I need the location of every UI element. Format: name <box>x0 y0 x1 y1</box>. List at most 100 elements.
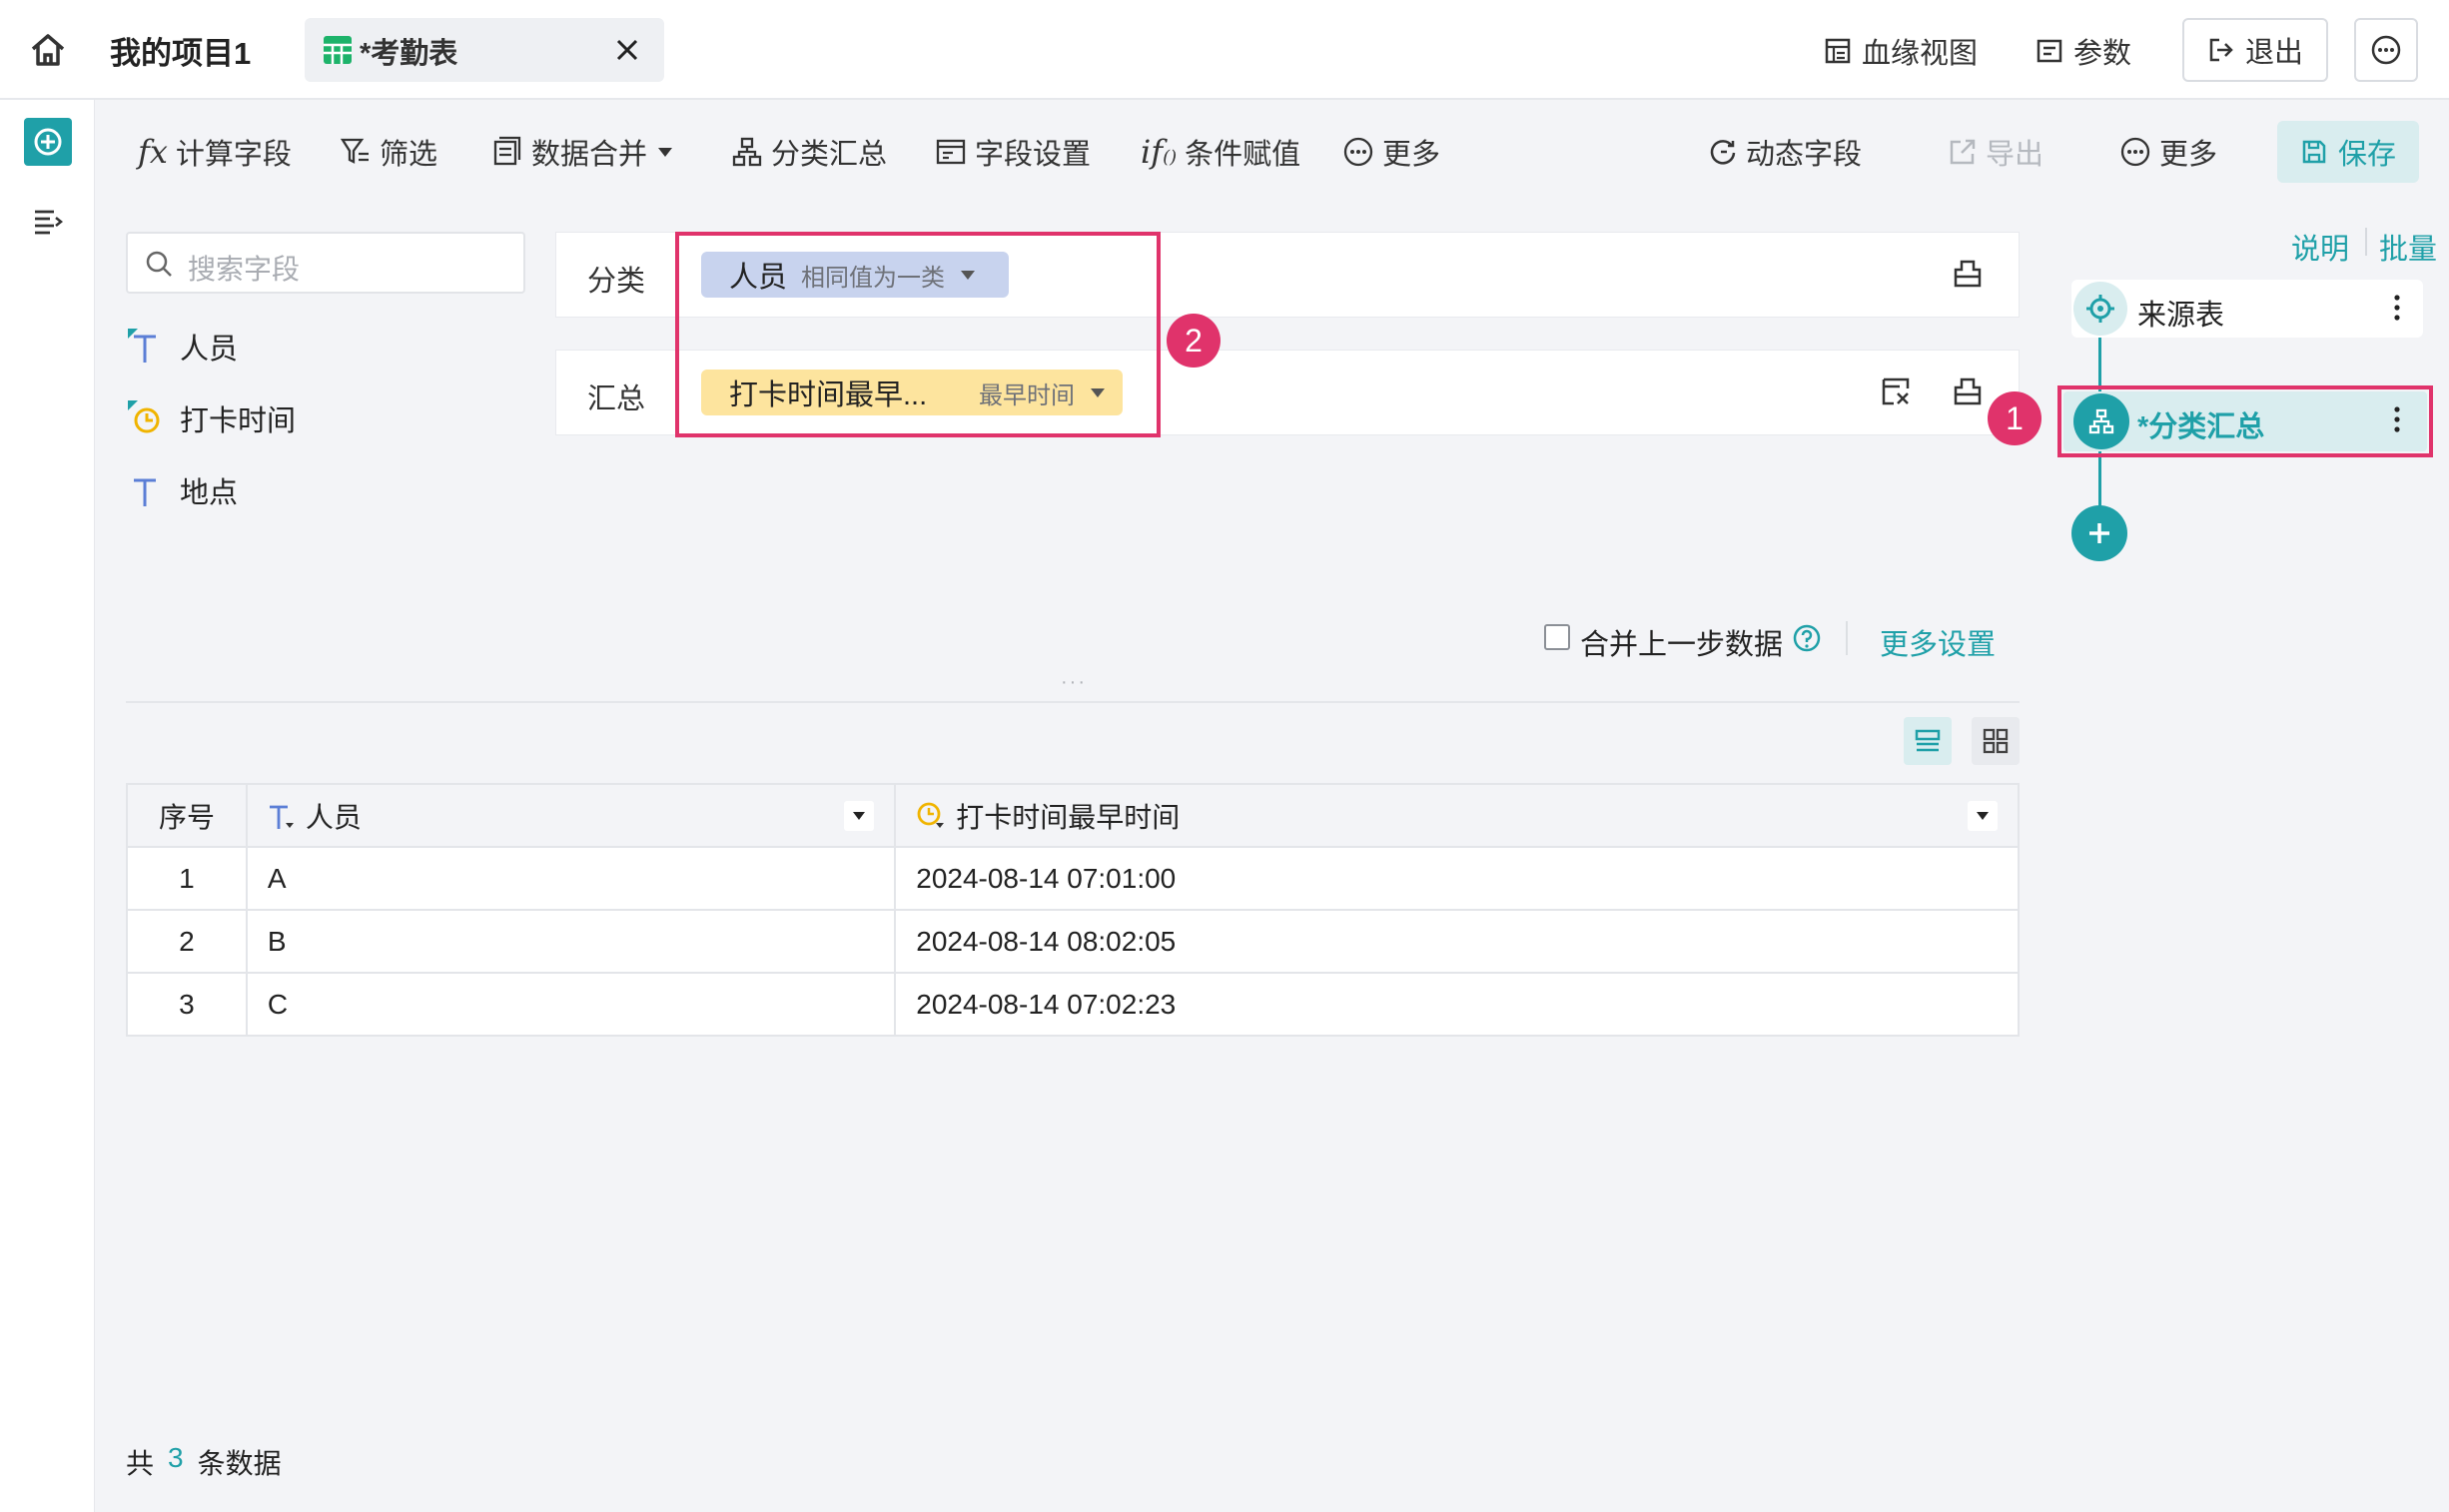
dynamic-field-label: 动态字段 <box>1746 139 1863 171</box>
conditional-assign-button[interactable]: if() 条件赋值 <box>1141 100 1300 204</box>
merge-prev-label: 合并上一步数据 <box>1580 629 1784 661</box>
explain-link[interactable]: 说明 <box>2291 226 2349 268</box>
close-icon[interactable] <box>613 36 641 64</box>
cell-person: C <box>245 972 897 1037</box>
more-options-button[interactable] <box>2354 18 2418 82</box>
calc-field-label: 计算字段 <box>175 139 292 171</box>
drag-handle-icon[interactable]: ··· <box>1061 671 1087 694</box>
kebab-menu-icon[interactable] <box>2391 292 2403 324</box>
more-circle-icon <box>2370 34 2402 66</box>
group-summary-node-label: *分类汇总 <box>2137 411 2265 443</box>
field-settings-icon <box>935 136 967 168</box>
project-title: 我的项目1 <box>110 36 252 71</box>
filter-label: 筛选 <box>380 139 438 171</box>
column-header-earliest-time[interactable]: 打卡时间最早时间 <box>894 783 2020 848</box>
params-label: 参数 <box>2073 38 2132 70</box>
clear-group-icon[interactable] <box>1952 258 1984 290</box>
cell-index: 3 <box>126 972 248 1037</box>
batch-link[interactable]: 批量 <box>2379 226 2437 268</box>
add-step-button[interactable] <box>2071 505 2127 561</box>
search-field-input[interactable]: 搜索字段 <box>126 232 525 294</box>
cell-person: B <box>245 909 897 974</box>
home-icon[interactable] <box>28 30 68 70</box>
exit-button[interactable]: 退出 <box>2182 18 2328 82</box>
more-circle-icon <box>1342 136 1374 168</box>
column-header-index: 序号 <box>126 783 248 848</box>
text-type-icon <box>126 470 162 510</box>
source-node-label: 来源表 <box>2137 300 2225 332</box>
table-row: 1 A 2024-08-14 07:01:00 <box>126 846 2020 911</box>
data-table: 序号 人员 打卡时间最早时间 1 A 2024-08-14 07:01:00 2… <box>126 783 2020 1037</box>
fx-icon: fx <box>138 133 168 171</box>
more-actions-label: 更多 <box>2159 139 2218 171</box>
highlight-box-config <box>675 232 1161 437</box>
group-summary-icon <box>731 136 763 168</box>
table-row: 3 C 2024-08-14 07:02:23 <box>126 972 2020 1037</box>
exit-icon <box>2207 36 2235 64</box>
splitter[interactable] <box>126 701 2020 703</box>
tab-label: *考勤表 <box>360 38 458 70</box>
cell-index: 1 <box>126 846 248 911</box>
header-label: 人员 <box>305 801 362 833</box>
field-item-label: 人员 <box>180 334 239 366</box>
save-icon <box>2300 138 2328 166</box>
field-settings-button[interactable]: 字段设置 <box>935 100 1091 204</box>
add-step-icon[interactable] <box>24 118 72 166</box>
group-summary-label: 分类汇总 <box>771 139 888 171</box>
more-settings-link[interactable]: 更多设置 <box>1880 621 1996 663</box>
more-tools-button[interactable]: 更多 <box>1342 100 1440 204</box>
search-placeholder: 搜索字段 <box>188 254 301 285</box>
filter-icon <box>340 136 372 168</box>
chevron-down-icon <box>655 142 675 162</box>
outline-icon[interactable] <box>32 206 64 238</box>
field-item-person[interactable]: 人员 <box>126 326 238 368</box>
cell-time: 2024-08-14 07:02:23 <box>894 972 2020 1037</box>
left-rail <box>0 100 95 1512</box>
help-icon[interactable] <box>1792 623 1822 653</box>
export-button[interactable]: 导出 <box>1948 100 2043 204</box>
kebab-menu-icon[interactable] <box>2391 403 2403 435</box>
more-circle-icon <box>2119 136 2151 168</box>
divider <box>1846 621 1848 655</box>
lineage-icon <box>1824 37 1852 65</box>
cell-person: A <box>245 846 897 911</box>
save-button[interactable]: 保存 <box>2277 121 2419 183</box>
column-menu-icon[interactable] <box>1968 800 1998 831</box>
cell-index: 2 <box>126 909 248 974</box>
cell-time: 2024-08-14 07:01:00 <box>894 846 2020 911</box>
field-settings-label: 字段设置 <box>975 139 1092 171</box>
refresh-icon <box>1708 137 1738 167</box>
clear-summary-icon[interactable] <box>1952 376 1984 407</box>
grid-view-icon[interactable] <box>1972 717 2020 765</box>
target-icon <box>2073 282 2127 336</box>
field-item-location[interactable]: 地点 <box>126 469 238 511</box>
tab-attendance[interactable] <box>305 18 664 82</box>
search-icon <box>144 249 174 279</box>
field-item-label: 打卡时间 <box>180 405 297 437</box>
list-view-icon[interactable] <box>1904 717 1952 765</box>
field-item-punch-time[interactable]: 打卡时间 <box>126 397 296 439</box>
merge-prev-checkbox[interactable] <box>1544 624 1570 650</box>
text-type-icon <box>126 327 162 367</box>
footer-prefix: 共 <box>126 1448 155 1479</box>
clear-filter-icon[interactable] <box>1880 376 1912 407</box>
time-type-icon <box>126 398 162 438</box>
column-menu-icon[interactable] <box>844 800 875 831</box>
header-label: 打卡时间最早时间 <box>956 801 1181 833</box>
filter-button[interactable]: 筛选 <box>340 100 437 204</box>
cell-time: 2024-08-14 08:02:05 <box>894 909 2020 974</box>
params-button[interactable]: 参数 <box>2036 30 2131 72</box>
lineage-view-button[interactable]: 血缘视图 <box>1824 30 1978 72</box>
export-label: 导出 <box>1986 139 2044 171</box>
dynamic-field-button[interactable]: 动态字段 <box>1708 100 1862 204</box>
more-actions-button[interactable]: 更多 <box>2119 100 2217 204</box>
lineage-label: 血缘视图 <box>1862 38 1979 70</box>
row-count-footer: 共 3 条数据 <box>126 1442 282 1482</box>
divider <box>2365 228 2367 256</box>
group-label: 分类 <box>587 266 646 298</box>
calc-field-button[interactable]: fx 计算字段 <box>138 100 292 204</box>
table-row: 2 B 2024-08-14 08:02:05 <box>126 909 2020 974</box>
group-summary-button[interactable]: 分类汇总 <box>731 100 887 204</box>
column-header-person[interactable]: 人员 <box>245 783 897 848</box>
data-merge-button[interactable]: 数据合并 <box>491 100 675 204</box>
